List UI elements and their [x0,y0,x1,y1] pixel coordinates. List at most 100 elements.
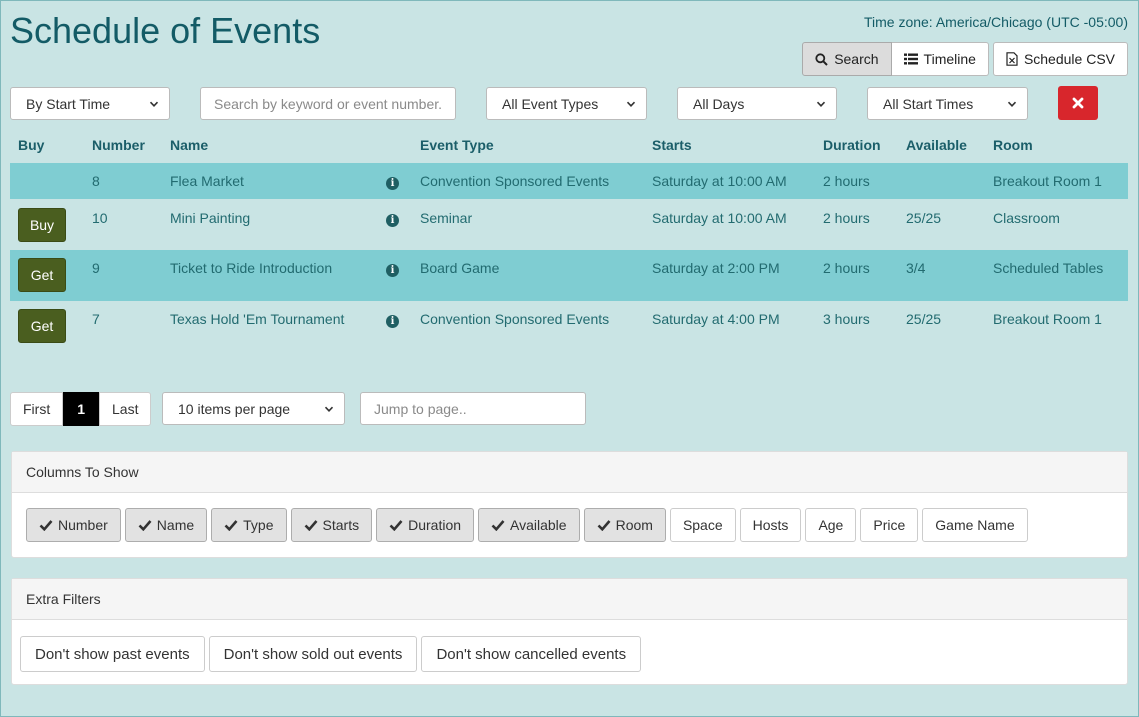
info-icon[interactable]: i [386,315,399,328]
column-toggle-label: Number [58,517,108,533]
column-toggle-list: Number Name Type Starts Duration Available Roo… [12,493,1127,542]
name-cell[interactable]: Mini Painting [162,199,378,250]
check-icon [389,520,403,531]
search-input-placeholder: Search by keyword or event number. [214,95,443,112]
header-event-type[interactable]: Event Type [412,127,644,163]
column-toggle-number[interactable]: Number [26,508,121,542]
header-room[interactable]: Room [985,127,1128,163]
search-icon [815,52,828,66]
starts-cell: Saturday at 2:00 PM [644,250,815,301]
header-starts[interactable]: Starts [644,127,815,163]
name-cell[interactable]: Flea Market [162,163,378,199]
info-cell: i [378,301,412,352]
hide-cancelled-events-button[interactable]: Don't show cancelled events [421,636,642,672]
buy-cell: Get [10,250,84,301]
get-button[interactable]: Get [18,309,66,343]
header-info [378,127,412,163]
buy-cell: Buy [10,199,84,250]
column-toggle-hosts[interactable]: Hosts [739,508,802,542]
current-page-button[interactable]: 1 [63,392,100,426]
column-toggle-label: Space [682,517,723,533]
column-toggle-age[interactable]: Age [805,508,857,542]
duration-cell: 2 hours [823,210,870,226]
chevron-down-icon [324,406,334,412]
table-header-row: Buy Number Name Event Type Starts Durati… [10,127,1128,163]
event-type-select[interactable]: All Event Types [486,87,647,120]
view-toggle-group: Search Timeline Schedule CSV [802,42,1128,76]
number-cell: 8 [84,163,162,199]
schedule-csv-button[interactable]: Schedule CSV [992,42,1128,76]
search-view-button[interactable]: Search [802,42,892,76]
header-name[interactable]: Name [162,127,378,163]
room-cell: Classroom [993,210,1060,226]
check-icon [39,520,53,531]
start-times-select-value: All Start Times [883,95,974,112]
header-available[interactable]: Available [898,127,985,163]
starts-cell: Saturday at 10:00 AM [644,163,815,199]
column-toggle-available[interactable]: Available [478,508,580,542]
column-toggle-price[interactable]: Price [860,508,919,542]
check-icon [304,520,317,531]
number-cell: 9 [84,250,162,301]
jump-to-page-placeholder: Jump to page.. [374,400,467,417]
column-toggle-starts[interactable]: Starts [290,508,373,542]
first-page-button[interactable]: First [10,392,64,426]
list-icon [903,53,918,65]
table-row[interactable]: Buy 10 Mini Painting i Seminar Saturday … [10,199,1128,250]
room-cell: Scheduled Tables [985,250,1128,301]
events-table: Buy Number Name Event Type Starts Durati… [10,127,1128,352]
chevron-down-icon [626,101,636,107]
days-select[interactable]: All Days [677,87,837,120]
table-row[interactable]: Get 7 Texas Hold 'Em Tournament i Conven… [10,301,1128,352]
column-toggle-space[interactable]: Space [669,508,736,542]
columns-panel: Columns To Show Number Name Type Starts Dura… [11,451,1128,558]
check-icon [597,520,611,531]
header-duration[interactable]: Duration [815,127,898,163]
timezone-label: Time zone: America/Chicago (UTC -05:00) [863,14,1128,30]
duration-cell: 2 hours [815,163,898,199]
buy-cell: Get [10,301,84,352]
sort-select-value: By Start Time [26,95,111,112]
page-title: Schedule of Events [10,10,321,51]
columns-panel-title: Columns To Show [12,452,1127,493]
column-toggle-duration[interactable]: Duration [376,508,475,542]
last-page-button[interactable]: Last [99,392,152,426]
column-toggle-type[interactable]: Type [211,508,287,542]
start-times-select[interactable]: All Start Times [867,87,1028,120]
table-row[interactable]: Get 9 Ticket to Ride Introduction i Boar… [10,250,1128,301]
buy-cell [10,163,84,199]
column-toggle-label: Duration [408,517,462,533]
buy-button[interactable]: Buy [18,208,66,242]
timeline-view-button[interactable]: Timeline [891,42,989,76]
column-toggle-label: Name [156,517,195,533]
check-icon [491,520,505,531]
duration-cell: 3 hours [823,311,870,327]
column-toggle-room[interactable]: Room [583,508,666,542]
info-icon[interactable]: i [386,264,399,277]
name-cell[interactable]: Ticket to Ride Introduction [162,250,378,301]
hide-sold-out-events-button[interactable]: Don't show sold out events [208,636,418,672]
header-buy[interactable]: Buy [10,127,84,163]
items-per-page-select[interactable]: 10 items per page [162,392,345,425]
column-toggle-label: Starts [322,517,360,533]
extra-filters-title: Extra Filters [12,579,1127,620]
get-button[interactable]: Get [18,258,66,292]
search-input[interactable]: Search by keyword or event number. [200,87,456,120]
header-number[interactable]: Number [84,127,162,163]
number-cell: 10 [92,210,108,226]
jump-to-page-input[interactable]: Jump to page.. [360,392,586,425]
close-icon [1072,97,1084,109]
table-row[interactable]: 8 Flea Market i Convention Sponsored Eve… [10,163,1128,199]
column-toggle-label: Type [243,517,274,533]
name-cell[interactable]: Texas Hold 'Em Tournament [162,301,378,352]
room-cell: Breakout Room 1 [993,311,1102,327]
extra-filter-buttons: Don't show past events Don't show sold o… [12,620,1127,672]
hide-past-events-button[interactable]: Don't show past events [20,636,205,672]
info-icon[interactable]: i [386,214,399,227]
column-toggle-game-name[interactable]: Game Name [922,508,1028,542]
column-toggle-name[interactable]: Name [124,508,208,542]
clear-filters-button[interactable] [1058,86,1098,120]
extra-filters-panel: Extra Filters Don't show past events Don… [11,578,1128,685]
info-icon[interactable]: i [386,177,399,190]
sort-select[interactable]: By Start Time [10,87,170,120]
